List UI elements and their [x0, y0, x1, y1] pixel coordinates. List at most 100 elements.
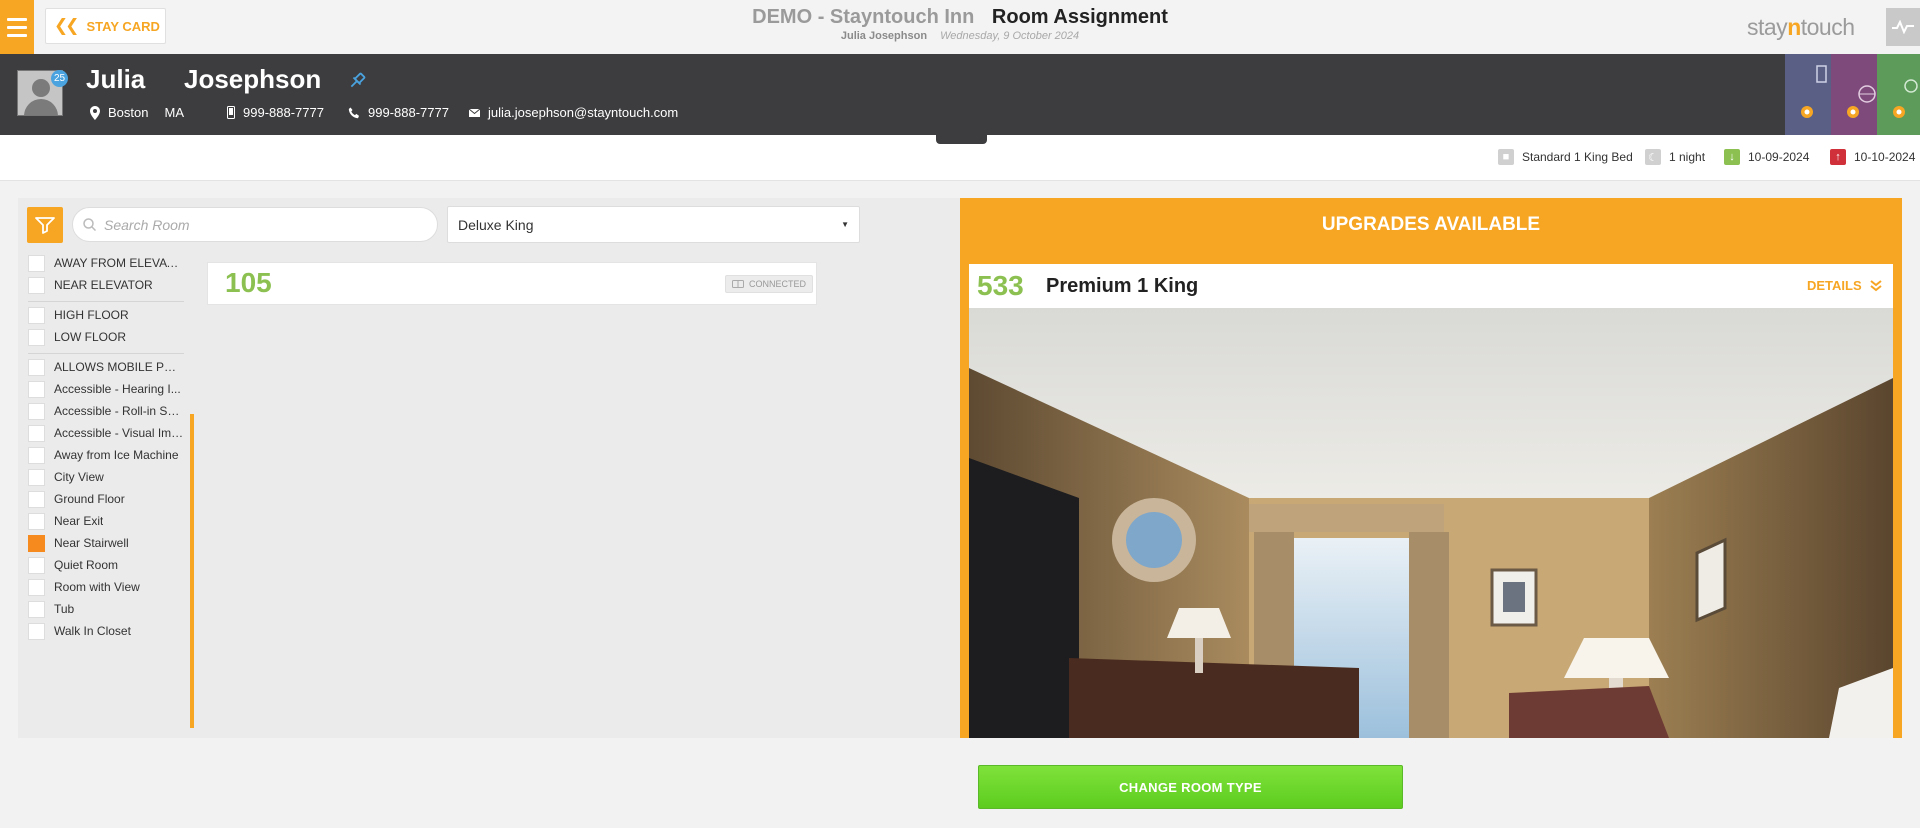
feature-filter-item[interactable]: Near Stairwell — [18, 532, 188, 554]
departure-date: ↑ 10-10-2024 — [1830, 149, 1915, 165]
room-search-panel: Deluxe King ▼ AWAY FROM ELEVATOR NEAR EL… — [18, 198, 960, 738]
room-number: 105 — [225, 267, 272, 298]
feature-filter-item[interactable]: ALLOWS MOBILE PHO... — [18, 356, 188, 378]
feature-filter-item[interactable]: AWAY FROM ELEVATOR — [18, 252, 188, 274]
feature-checkbox[interactable] — [28, 446, 45, 464]
page-title: Room Assignment — [991, 6, 1168, 28]
brand-logo: stayntouch — [1747, 14, 1855, 40]
guest-last-name: Josephson — [184, 64, 322, 94]
arrival-date: ↓ 10-09-2024 — [1724, 149, 1809, 165]
filter-funnel-icon — [35, 217, 55, 234]
reserved-room-type: ■ Standard 1 King Bed — [1498, 149, 1633, 165]
loyalty-icon — [1893, 79, 1918, 118]
feature-filter-item[interactable]: Quiet Room — [18, 554, 188, 576]
change-room-type-button[interactable]: CHANGE ROOM TYPE — [978, 765, 1403, 809]
feature-checkbox[interactable] — [28, 490, 45, 508]
guest-tab-web[interactable] — [1831, 54, 1877, 135]
guest-phone: 999-888-7777 — [348, 105, 449, 120]
room-status-tag: CONNECTED — [725, 275, 814, 293]
guest-first-name: Julia — [86, 64, 146, 94]
caret-down-icon: ▼ — [841, 220, 849, 229]
page-title-block: DEMO - Stayntouch Inn Room Assignment Ju… — [0, 6, 1920, 42]
feature-filter-item[interactable]: Accessible - Roll-in Sh... — [18, 400, 188, 422]
upgrades-panel: UPGRADES AVAILABLE 533 Premium 1 King DE… — [960, 198, 1902, 738]
filter-scrollbar[interactable] — [190, 414, 194, 728]
mobile-phone-icon — [227, 106, 235, 119]
globe-icon — [1847, 85, 1876, 118]
upgrade-card-header: 533 Premium 1 King DETAILS — [969, 264, 1893, 308]
header-guest-name: Julia Josephson — [840, 30, 928, 42]
guest-phone-number: 999-888-7777 — [368, 105, 449, 120]
feature-checkbox[interactable] — [28, 328, 45, 346]
feature-filter-item[interactable]: Accessible - Hearing I... — [18, 378, 188, 400]
search-room-input[interactable] — [104, 216, 404, 233]
guest-location: Boston MA — [90, 105, 184, 120]
feature-checkbox-checked[interactable] — [28, 534, 45, 552]
location-pin-icon — [90, 105, 100, 120]
room-type-selected: Deluxe King — [458, 216, 534, 233]
room-card[interactable]: 105 CONNECTED — [207, 262, 817, 305]
room-search-box[interactable] — [72, 207, 438, 242]
filter-divider — [28, 353, 184, 354]
feature-checkbox[interactable] — [28, 424, 45, 442]
pin-icon[interactable] — [346, 70, 368, 92]
door-icon — [1801, 65, 1827, 118]
guest-mobile: 999-888-7777 — [227, 105, 324, 120]
stay-nights: ☾ 1 night — [1645, 149, 1705, 165]
feature-filter-item[interactable]: Accessible - Visual Imp... — [18, 422, 188, 444]
activity-button[interactable] — [1886, 8, 1920, 46]
feature-checkbox[interactable] — [28, 358, 45, 376]
feature-checkbox[interactable] — [28, 254, 45, 272]
age-badge: 25 — [51, 70, 68, 87]
feature-filter-item[interactable]: City View — [18, 466, 188, 488]
upgrades-title: UPGRADES AVAILABLE — [1321, 214, 1541, 235]
bed-icon: ■ — [1498, 149, 1514, 165]
feature-checkbox[interactable] — [28, 276, 45, 294]
guest-state: MA — [164, 105, 184, 120]
business-date: Wednesday, 9 October 2024 — [940, 30, 1080, 42]
feature-checkbox[interactable] — [28, 306, 45, 324]
email-icon — [469, 108, 480, 117]
upgrade-room-photo — [969, 308, 1893, 738]
upgrade-card[interactable]: 533 Premium 1 King DETAILS — [969, 264, 1893, 738]
guest-email-address: julia.josephson@stayntouch.com — [488, 105, 679, 120]
feature-filter-item[interactable]: NEAR ELEVATOR — [18, 274, 188, 296]
feature-filter-item[interactable]: LOW FLOOR — [18, 326, 188, 348]
filter-divider — [28, 301, 184, 302]
filter-toggle-button[interactable] — [27, 207, 63, 243]
feature-filter-item[interactable]: Near Exit — [18, 510, 188, 532]
feature-filter-item[interactable]: Away from Ice Machine — [18, 444, 188, 466]
feature-checkbox[interactable] — [28, 578, 45, 596]
guest-tab-loyalty[interactable] — [1877, 54, 1920, 135]
feature-checkbox[interactable] — [28, 556, 45, 574]
room-type-select[interactable]: Deluxe King ▼ — [447, 206, 860, 243]
guest-mobile-number: 999-888-7777 — [243, 105, 324, 120]
feature-checkbox[interactable] — [28, 600, 45, 618]
top-bar: ❮❮ STAY CARD DEMO - Stayntouch Inn Room … — [0, 0, 1920, 54]
guest-email: julia.josephson@stayntouch.com — [469, 105, 678, 120]
guest-header: 25 Julia Josephson Boston MA 999-888-777… — [0, 54, 1920, 135]
feature-checkbox[interactable] — [28, 380, 45, 398]
activity-icon — [1892, 20, 1914, 34]
feature-checkbox[interactable] — [28, 622, 45, 640]
upgrade-room-number: 533 — [977, 270, 1024, 301]
hotel-name: DEMO - Stayntouch Inn — [752, 6, 975, 28]
moon-icon: ☾ — [1645, 149, 1661, 165]
arrival-arrow-icon: ↓ — [1724, 149, 1740, 165]
feature-filter-item[interactable]: Walk In Closet — [18, 620, 188, 642]
connected-room-icon — [732, 280, 744, 288]
upgrade-details-toggle[interactable]: DETAILS — [1807, 278, 1882, 293]
upgrade-room-name: Premium 1 King — [1046, 275, 1199, 297]
feature-filter-item[interactable]: Ground Floor — [18, 488, 188, 510]
feature-filter-item[interactable]: HIGH FLOOR — [18, 304, 188, 326]
guest-tab-room[interactable] — [1785, 54, 1831, 135]
feature-filter-item[interactable]: Tub — [18, 598, 188, 620]
phone-icon — [348, 107, 359, 118]
feature-filter-item[interactable]: Room with View — [18, 576, 188, 598]
feature-checkbox[interactable] — [28, 468, 45, 486]
feature-checkbox[interactable] — [28, 402, 45, 420]
header-drawer-handle[interactable] — [936, 135, 987, 144]
departure-arrow-icon: ↑ — [1830, 149, 1846, 165]
feature-checkbox[interactable] — [28, 512, 45, 530]
guest-city: Boston — [108, 105, 149, 120]
